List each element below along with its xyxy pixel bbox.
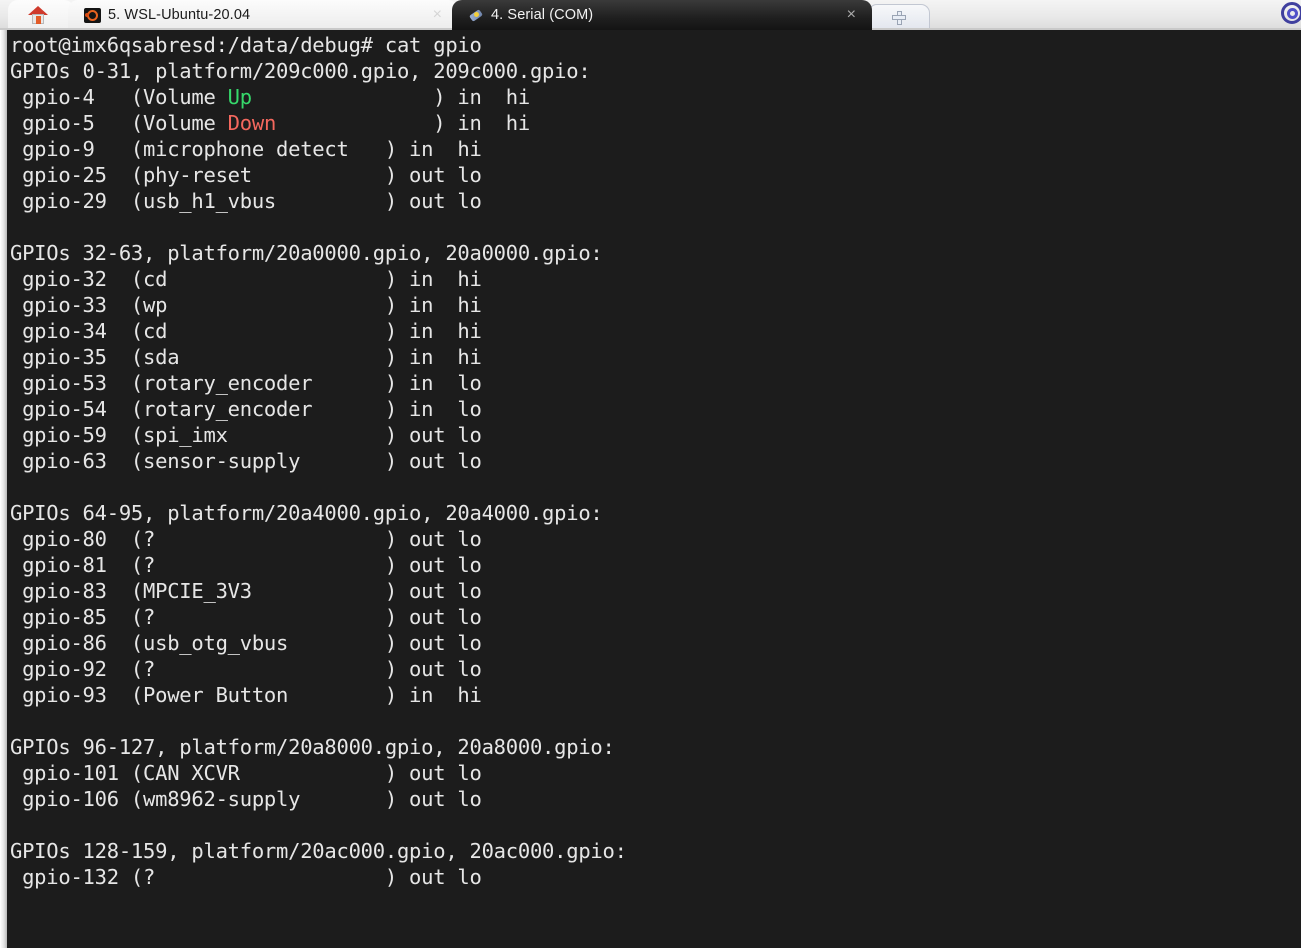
terminal-line: gpio-80 (? ) out lo — [10, 527, 482, 551]
terminal-line: gpio-92 (? ) out lo — [10, 657, 482, 681]
home-icon — [27, 6, 48, 24]
tab-serial-com-label: 4. Serial (COM) — [491, 7, 594, 23]
terminal-line: gpio-32 (cd ) in hi — [10, 267, 482, 291]
terminal-line: gpio-54 (rotary_encoder ) in lo — [10, 397, 482, 421]
close-icon[interactable]: × — [431, 7, 444, 23]
terminal-left-border — [0, 30, 7, 948]
tab-wsl-ubuntu-label: 5. WSL-Ubuntu-20.04 — [108, 7, 251, 23]
terminal-line: gpio-35 (sda ) in hi — [10, 345, 482, 369]
ubuntu-icon — [84, 7, 101, 23]
terminal-line: gpio-25 (phy-reset ) out lo — [10, 163, 482, 187]
terminal-text: ) in hi — [276, 111, 530, 135]
terminal-line: GPIOs 96-127, platform/20a8000.gpio, 20a… — [10, 735, 615, 759]
terminal-line: GPIOs 0-31, platform/209c000.gpio, 209c0… — [10, 59, 591, 83]
terminal-panel: root@imx6qsabresd:/data/debug# cat gpio G… — [0, 30, 1301, 948]
terminal-line: gpio-101 (CAN XCVR ) out lo — [10, 761, 482, 785]
terminal-output[interactable]: root@imx6qsabresd:/data/debug# cat gpio G… — [7, 30, 1301, 948]
terminal-line: GPIOs 64-95, platform/20a4000.gpio, 20a4… — [10, 501, 603, 525]
close-icon[interactable]: × — [845, 7, 858, 23]
terminal-line: gpio-34 (cd ) in hi — [10, 319, 482, 343]
new-tab-button[interactable] — [868, 4, 930, 30]
terminal-line: GPIOs 32-63, platform/20a0000.gpio, 20a0… — [10, 241, 603, 265]
terminal-line: gpio-106 (wm8962-supply ) out lo — [10, 787, 482, 811]
terminal-line: gpio-93 (Power Button ) in hi — [10, 683, 482, 707]
terminal-line: gpio-9 (microphone detect ) in hi — [10, 137, 482, 161]
terminal-line: gpio-29 (usb_h1_vbus ) out lo — [10, 189, 482, 213]
app-logo-icon[interactable] — [1275, 0, 1301, 26]
terminal-line: gpio-53 (rotary_encoder ) in lo — [10, 371, 482, 395]
terminal-line: gpio-83 (MPCIE_3V3 ) out lo — [10, 579, 482, 603]
terminal-text-red: Down — [227, 111, 277, 135]
terminal-line: GPIOs 128-159, platform/20ac000.gpio, 20… — [10, 839, 627, 863]
tab-wsl-ubuntu[interactable]: 5. WSL-Ubuntu-20.04 × — [68, 0, 458, 30]
terminal-text-green: Up — [227, 85, 252, 109]
terminal-text: ) in hi — [251, 85, 530, 109]
terminal-line: gpio-81 (? ) out lo — [10, 553, 482, 577]
terminal-line: gpio-85 (? ) out lo — [10, 605, 482, 629]
terminal-line: gpio-86 (usb_otg_vbus ) out lo — [10, 631, 482, 655]
terminal-line: gpio-33 (wp ) in hi — [10, 293, 482, 317]
plus-icon — [892, 10, 906, 25]
terminal-line: gpio-5 (Volume Down ) in hi — [10, 110, 1301, 136]
tab-serial-com[interactable]: 4. Serial (COM) × — [452, 0, 872, 30]
serial-port-icon — [468, 8, 484, 23]
terminal-line: gpio-59 (spi_imx ) out lo — [10, 423, 482, 447]
terminal-line: gpio-4 (Volume Up ) in hi — [10, 84, 1301, 110]
terminal-text: gpio-4 (Volume — [10, 85, 228, 109]
terminal-text: gpio-5 (Volume — [10, 111, 228, 135]
terminal-line: gpio-63 (sensor-supply ) out lo — [10, 449, 482, 473]
terminal-line: root@imx6qsabresd:/data/debug# cat gpio — [10, 33, 482, 57]
tab-home[interactable] — [8, 0, 74, 30]
tab-bar: 5. WSL-Ubuntu-20.04 × 4. Serial (COM) × — [0, 0, 1301, 30]
terminal-line: gpio-132 (? ) out lo — [10, 865, 482, 889]
